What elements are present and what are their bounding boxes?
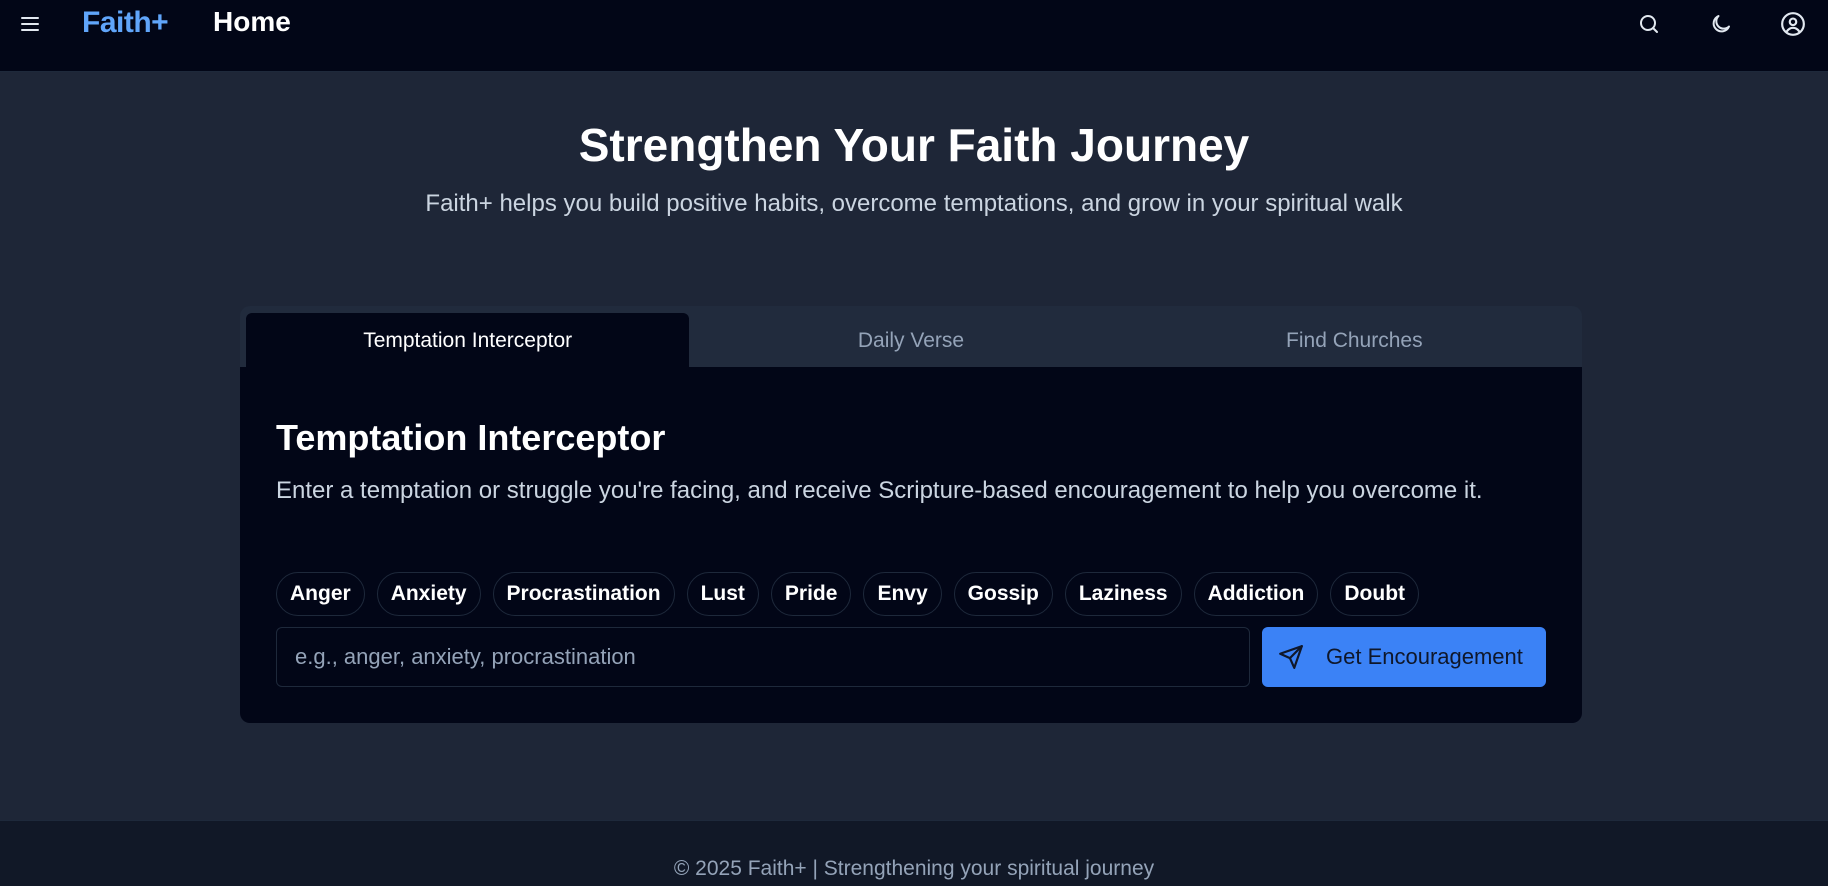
chip-addiction[interactable]: Addiction — [1193, 572, 1319, 616]
moon-icon[interactable] — [1707, 10, 1735, 38]
temptation-input[interactable] — [276, 627, 1250, 687]
footer-text: © 2025 Faith+ | Strengthening your spiri… — [673, 857, 1155, 880]
tab-find-churches[interactable]: Find Churches — [1133, 313, 1576, 368]
tab-daily-verse[interactable]: Daily Verse — [689, 313, 1132, 368]
chip-lust[interactable]: Lust — [686, 572, 759, 616]
brand-logo[interactable]: Faith+ — [82, 6, 169, 40]
chip-anxiety[interactable]: Anxiety — [376, 572, 481, 616]
menu-icon[interactable] — [18, 12, 42, 36]
panel-title: Temptation Interceptor — [276, 417, 666, 458]
chip-laziness[interactable]: Laziness — [1064, 572, 1182, 616]
chip-doubt[interactable]: Doubt — [1330, 572, 1420, 616]
chip-envy[interactable]: Envy — [863, 572, 942, 616]
chip-pride[interactable]: Pride — [770, 572, 852, 616]
tab-temptation-interceptor[interactable]: Temptation Interceptor — [246, 313, 690, 368]
page-title: Home — [213, 6, 291, 37]
send-icon — [1278, 644, 1304, 670]
user-circle-icon[interactable] — [1779, 10, 1807, 38]
chip-gossip[interactable]: Gossip — [953, 572, 1053, 616]
temptation-chips: Anger Anxiety Procrastination Lust Pride… — [276, 572, 1420, 616]
get-encouragement-label: Get Encouragement — [1326, 644, 1523, 669]
tab-bar: Temptation Interceptor Daily Verse Find … — [240, 306, 1582, 368]
top-navbar: Faith+ Home — [0, 0, 1828, 72]
temptation-interceptor-panel: Temptation Interceptor Enter a temptatio… — [240, 367, 1582, 723]
footer: © 2025 Faith+ | Strengthening your spiri… — [0, 820, 1828, 886]
hero-subtitle: Faith+ helps you build positive habits, … — [425, 190, 1403, 217]
search-icon[interactable] — [1635, 10, 1663, 38]
chip-procrastination[interactable]: Procrastination — [492, 572, 675, 616]
panel-description: Enter a temptation or struggle you're fa… — [276, 477, 1483, 504]
hero-title: Strengthen Your Faith Journey — [578, 119, 1250, 171]
chip-anger[interactable]: Anger — [276, 572, 365, 616]
get-encouragement-button[interactable]: Get Encouragement — [1262, 627, 1546, 687]
